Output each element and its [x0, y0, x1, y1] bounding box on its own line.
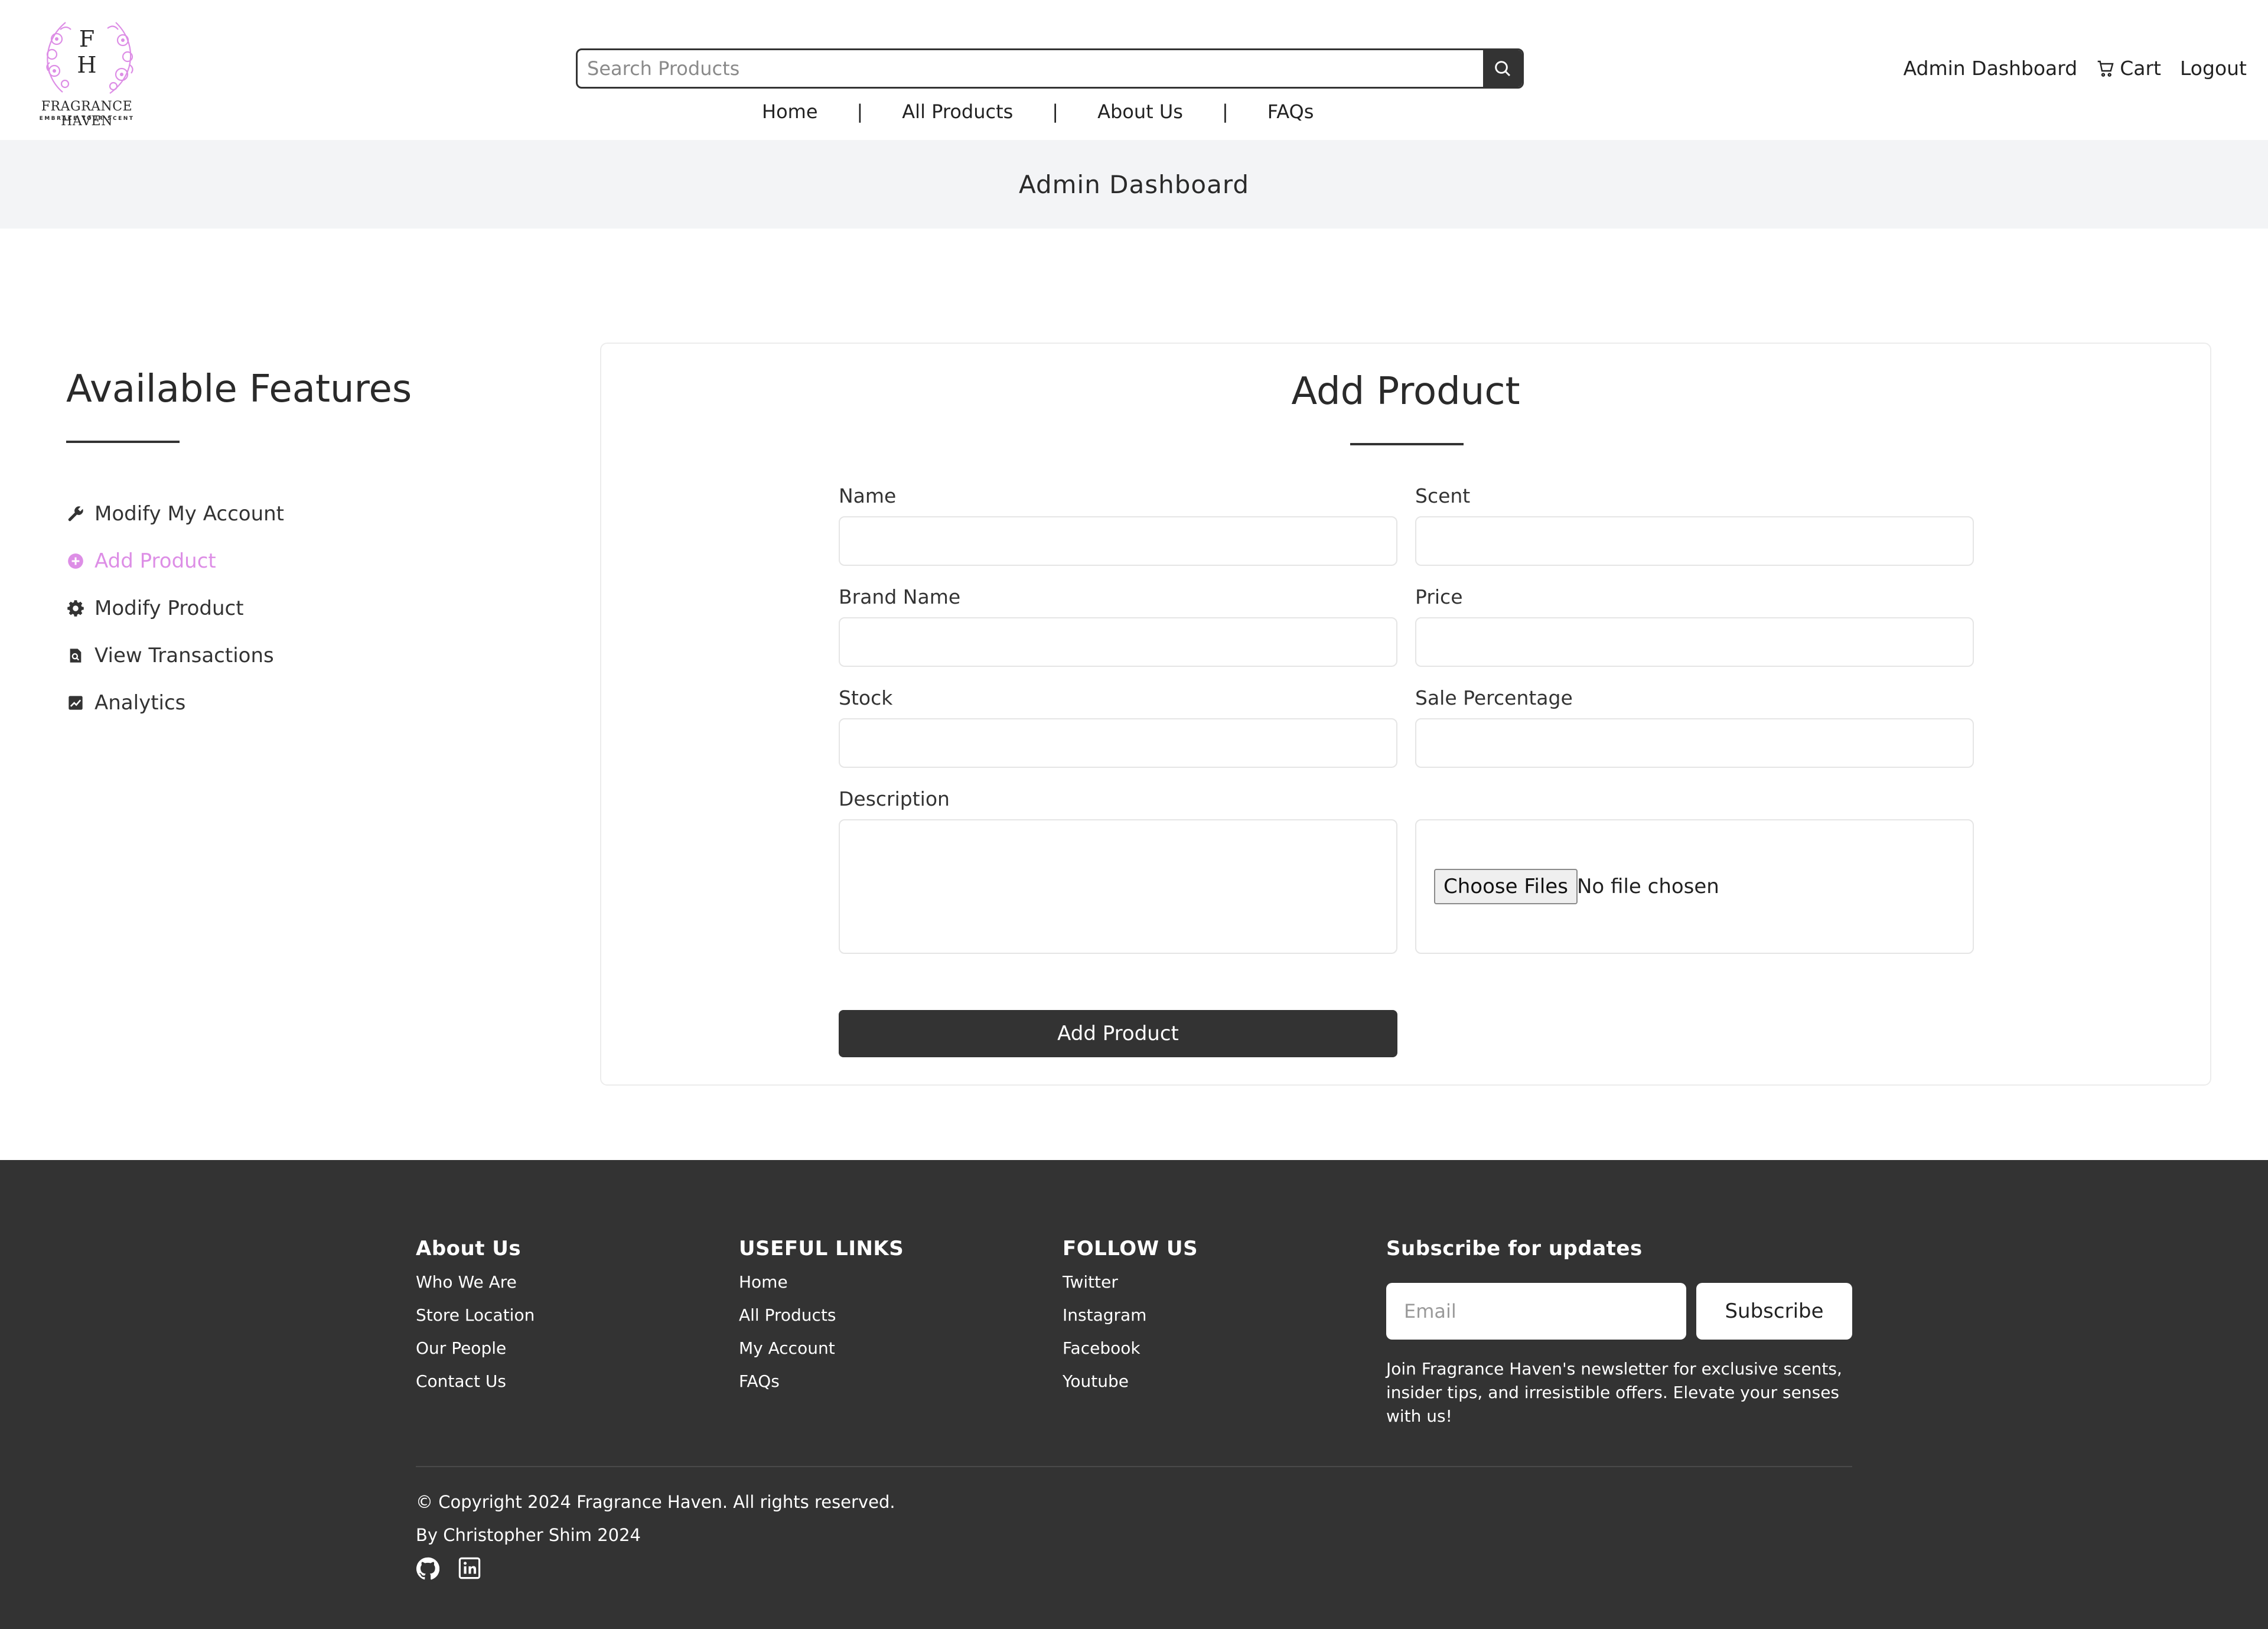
- nav-separator: |: [1221, 100, 1228, 123]
- cart-label: Cart: [2120, 57, 2161, 80]
- footer-about-column: About Us Who We Are Store Location Our P…: [416, 1237, 535, 1406]
- nav-faqs[interactable]: FAQs: [1267, 100, 1314, 123]
- admin-dashboard-link[interactable]: Admin Dashboard: [1904, 57, 2078, 80]
- footer-link[interactable]: Who We Are: [416, 1273, 535, 1307]
- form-title: Add Product: [1291, 370, 1520, 413]
- main-nav: Home | All Products | About Us | FAQs: [762, 98, 1314, 125]
- logo[interactable]: F H FRAGRANCE HAVEN EMBRACE YOUR SCENT: [21, 15, 152, 129]
- logout-link[interactable]: Logout: [2180, 57, 2247, 80]
- file-status-text: No file chosen: [1577, 875, 1719, 898]
- gear-icon: [66, 599, 85, 618]
- newsletter-description: Join Fragrance Haven's newsletter for ex…: [1386, 1359, 1842, 1426]
- footer-subscribe-title: Subscribe for updates: [1386, 1237, 1643, 1260]
- footer-link[interactable]: Our People: [416, 1340, 535, 1373]
- social-links: [416, 1557, 500, 1581]
- scent-label: Scent: [1415, 484, 1471, 507]
- sidebar-item-modify-product[interactable]: Modify Product: [66, 585, 284, 632]
- sidebar-item-label: Modify Product: [94, 597, 244, 620]
- site-footer: About Us Who We Are Store Location Our P…: [0, 1160, 2268, 1629]
- sale-percentage-label: Sale Percentage: [1415, 686, 1573, 709]
- nav-home[interactable]: Home: [762, 100, 818, 123]
- copyright-text: © Copyright 2024 Fragrance Haven. All ri…: [416, 1492, 895, 1512]
- add-product-submit-button[interactable]: Add Product: [839, 1010, 1397, 1057]
- sidebar-title-underline: [66, 441, 180, 443]
- site-header: F H FRAGRANCE HAVEN EMBRACE YOUR SCENT H…: [0, 0, 2268, 140]
- footer-follow-title: FOLLOW US: [1063, 1237, 1198, 1260]
- footer-useful-title: USEFUL LINKS: [739, 1237, 904, 1260]
- footer-follow-column: FOLLOW US Twitter Instagram Facebook You…: [1063, 1237, 1198, 1406]
- brand-name-label: Brand Name: [839, 585, 961, 608]
- footer-link[interactable]: Instagram: [1063, 1307, 1198, 1340]
- search-button[interactable]: [1483, 50, 1522, 87]
- sidebar-title: Available Features: [66, 367, 412, 411]
- footer-link[interactable]: Facebook: [1063, 1340, 1198, 1373]
- nav-all-products[interactable]: All Products: [902, 100, 1013, 123]
- cart-link[interactable]: Cart: [2096, 57, 2161, 80]
- sidebar-menu: Modify My Account Add Product Modify Pro…: [66, 490, 284, 726]
- nav-separator: |: [856, 100, 863, 123]
- logo-monogram-h: H: [77, 52, 97, 78]
- file-upload-box: Choose Files No file chosen: [1415, 819, 1974, 954]
- plus-circle-icon: [66, 552, 85, 571]
- wrench-icon: [66, 504, 85, 523]
- scent-input[interactable]: [1415, 516, 1974, 566]
- sidebar-item-analytics[interactable]: Analytics: [66, 679, 284, 726]
- footer-link[interactable]: Store Location: [416, 1307, 535, 1340]
- logo-monogram-f: F: [79, 26, 95, 52]
- footer-divider: [416, 1466, 1852, 1467]
- logo-tagline: EMBRACE YOUR SCENT: [39, 116, 135, 122]
- add-product-card: Add Product Name Scent Brand Name Price …: [600, 343, 2211, 1086]
- price-label: Price: [1415, 585, 1463, 608]
- sale-percentage-input[interactable]: [1415, 718, 1974, 768]
- search-input[interactable]: [578, 50, 1484, 87]
- nav-separator: |: [1052, 100, 1059, 123]
- sidebar-item-view-transactions[interactable]: View Transactions: [66, 632, 284, 679]
- price-input[interactable]: [1415, 617, 1974, 667]
- sidebar-item-add-product[interactable]: Add Product: [66, 537, 284, 585]
- form-title-underline: [1350, 443, 1464, 445]
- footer-useful-links-column: USEFUL LINKS Home All Products My Accoun…: [739, 1237, 904, 1406]
- receipt-search-icon: [66, 646, 85, 665]
- choose-files-button[interactable]: Choose Files: [1434, 869, 1578, 904]
- linkedin-icon[interactable]: [458, 1557, 481, 1581]
- footer-link[interactable]: Home: [739, 1273, 904, 1307]
- footer-about-title: About Us: [416, 1237, 522, 1260]
- sidebar-item-modify-my-account[interactable]: Modify My Account: [66, 490, 284, 537]
- search-bar: [576, 48, 1524, 89]
- sidebar-item-label: Analytics: [94, 691, 186, 715]
- footer-link[interactable]: My Account: [739, 1340, 904, 1373]
- newsletter-email-input[interactable]: [1386, 1283, 1686, 1340]
- name-label: Name: [839, 484, 897, 507]
- cart-icon: [2097, 60, 2114, 77]
- stock-label: Stock: [839, 686, 893, 709]
- footer-link[interactable]: Contact Us: [416, 1373, 535, 1406]
- search-icon: [1495, 61, 1511, 77]
- account-links: Admin Dashboard Cart Logout: [1885, 57, 2247, 80]
- github-icon[interactable]: [416, 1557, 439, 1581]
- chart-icon: [66, 693, 85, 712]
- footer-subscribe-column: Subscribe for updates: [1386, 1237, 1643, 1273]
- footer-link[interactable]: Youtube: [1063, 1373, 1198, 1406]
- page-title: Admin Dashboard: [0, 140, 2268, 229]
- nav-about-us[interactable]: About Us: [1097, 100, 1183, 123]
- description-textarea[interactable]: [839, 819, 1397, 954]
- sidebar-item-label: Add Product: [94, 549, 216, 573]
- footer-link[interactable]: All Products: [739, 1307, 904, 1340]
- description-label: Description: [839, 787, 950, 810]
- sidebar-item-label: View Transactions: [94, 644, 274, 667]
- sidebar-item-label: Modify My Account: [94, 502, 285, 526]
- name-input[interactable]: [839, 516, 1397, 566]
- brand-name-input[interactable]: [839, 617, 1397, 667]
- footer-link[interactable]: Twitter: [1063, 1273, 1198, 1307]
- author-credit: By Christopher Shim 2024: [416, 1525, 641, 1545]
- footer-link[interactable]: FAQs: [739, 1373, 904, 1406]
- logo-brand-name: FRAGRANCE HAVEN: [41, 99, 133, 129]
- stock-input[interactable]: [839, 718, 1397, 768]
- subscribe-button[interactable]: Subscribe: [1696, 1283, 1852, 1340]
